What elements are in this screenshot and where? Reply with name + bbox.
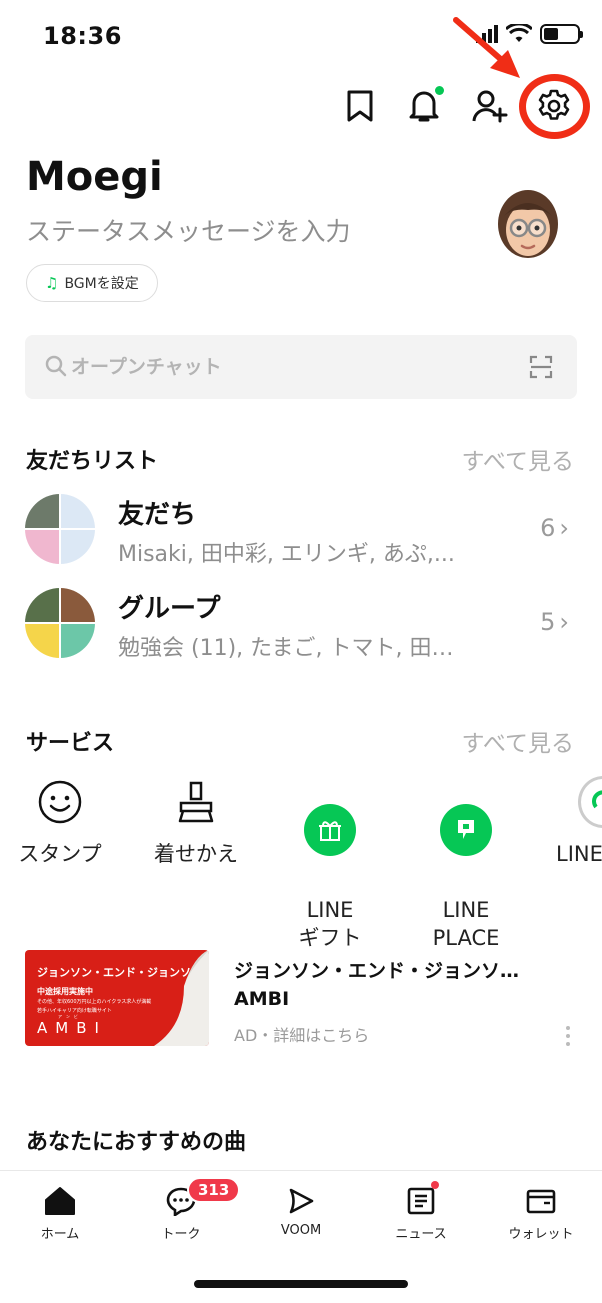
service-themes[interactable]: 着せかえ	[136, 776, 256, 868]
groups-row-members: 勉強会 (11), たまご, トマト, 田…	[118, 636, 454, 661]
service-label: 着せかえ	[154, 842, 238, 866]
groups-mosaic-avatar	[25, 588, 95, 658]
groups-count-value: 5	[540, 608, 556, 636]
search-bar[interactable]	[25, 335, 577, 399]
avatar[interactable]	[492, 186, 564, 266]
ad-image[interactable]: ジョンソン・エンド・ジョンソン 中途採用実施中 その他、年収600万円以上のハイ…	[25, 950, 209, 1046]
wallet-icon	[523, 1183, 559, 1219]
service-label: スタンプ	[18, 842, 102, 866]
bookmark-icon	[347, 90, 373, 122]
ad-image-sub2: その他、年収600万円以上のハイクラス求人が満載	[37, 999, 152, 1005]
qr-scan-icon[interactable]	[529, 355, 553, 379]
home-indicator	[194, 1280, 408, 1288]
keep-bookmark-button[interactable]	[338, 84, 382, 128]
ad-image-brand: AMBI	[37, 1019, 107, 1037]
smiley-icon	[34, 776, 86, 828]
chevron-right-icon: ›	[559, 514, 569, 542]
bell-icon	[409, 91, 439, 122]
service-label: LINE	[556, 842, 602, 866]
friends-count-value: 6	[540, 514, 556, 542]
groups-row-title: グループ	[118, 594, 221, 624]
service-line-gift[interactable]: LINE ギフト	[270, 776, 390, 980]
tab-news[interactable]: ニュース	[366, 1181, 476, 1242]
groups-row[interactable]: グループ 勉強会 (11), たまご, トマト, 田… 5 ›	[25, 588, 577, 662]
friends-row-title: 友だち	[118, 500, 197, 530]
tab-wallet[interactable]: ウォレット	[486, 1183, 596, 1242]
tab-label: ホーム	[40, 1227, 80, 1242]
friends-see-all-link[interactable]: すべて見る	[462, 442, 574, 476]
status-time: 18:36	[43, 22, 122, 50]
services-section-title: サービス	[26, 731, 115, 756]
annotation-arrow-icon	[453, 17, 520, 78]
place-icon	[440, 804, 492, 856]
ad-meta[interactable]: AD・詳細はこちら	[234, 1022, 369, 1046]
ad-image-sub1: 中途採用実施中	[37, 987, 93, 996]
tab-voom[interactable]: VOOM	[246, 1183, 356, 1238]
add-friend-icon	[472, 90, 508, 123]
notification-dot	[435, 86, 444, 95]
add-friend-button[interactable]	[468, 84, 512, 128]
chevron-right-icon: ›	[559, 608, 569, 636]
page-curl-graphic	[154, 950, 209, 1046]
brush-icon	[170, 776, 222, 828]
tab-label: VOOM	[280, 1223, 322, 1238]
friends-row-members: Misaki, 田中彩, エリンギ, あぷ,...	[118, 542, 455, 567]
service-label: LINE PLACE	[432, 898, 500, 950]
home-icon	[42, 1183, 78, 1219]
bgm-button[interactable]: ♫ BGMを設定	[26, 264, 158, 302]
search-input[interactable]	[71, 335, 511, 399]
service-line-place[interactable]: LINE PLACE	[406, 776, 526, 980]
service-stamp[interactable]: スタンプ	[0, 776, 120, 868]
groups-row-count: 5 ›	[540, 608, 569, 636]
tab-label: トーク	[161, 1227, 201, 1242]
friends-mosaic-avatar	[25, 494, 95, 564]
ad-brand[interactable]: AMBI	[234, 988, 289, 1010]
voom-icon	[283, 1183, 319, 1219]
annotation-circle	[519, 74, 590, 139]
search-icon	[45, 355, 67, 377]
service-label: LINE ギフト	[298, 898, 362, 950]
friends-row-count: 6 ›	[540, 514, 569, 542]
music-note-icon: ♫	[45, 274, 59, 292]
services-see-all-link[interactable]: すべて見る	[462, 724, 574, 758]
news-unread-dot	[431, 1181, 439, 1189]
gift-icon	[304, 804, 356, 856]
bgm-label: BGMを設定	[64, 276, 139, 292]
tab-label: ニュース	[395, 1227, 447, 1242]
recommend-section-title: あなたにおすすめの曲	[26, 1130, 247, 1155]
unread-badge: 313	[187, 1177, 241, 1203]
tab-label: ウォレット	[508, 1227, 574, 1242]
ad-image-sub3: 若手ハイキャリア向け転職サイト	[37, 1008, 112, 1014]
more-options-icon[interactable]	[566, 1026, 572, 1050]
ad-title[interactable]: ジョンソン・エンド・ジョンソ…	[234, 956, 519, 983]
news-icon	[403, 1181, 439, 1219]
service-line-app[interactable]: LINE	[530, 776, 602, 868]
battery-icon	[540, 24, 583, 44]
status-message-field[interactable]: ステータスメッセージを入力	[26, 212, 351, 248]
line-app-icon	[578, 776, 602, 828]
tab-home[interactable]: ホーム	[5, 1183, 115, 1242]
profile-name[interactable]: Moegi	[26, 154, 163, 200]
friends-section-title: 友だちリスト	[26, 449, 159, 474]
friends-row[interactable]: 友だち Misaki, 田中彩, エリンギ, あぷ,... 6 ›	[25, 494, 577, 568]
notifications-button[interactable]	[402, 84, 446, 128]
